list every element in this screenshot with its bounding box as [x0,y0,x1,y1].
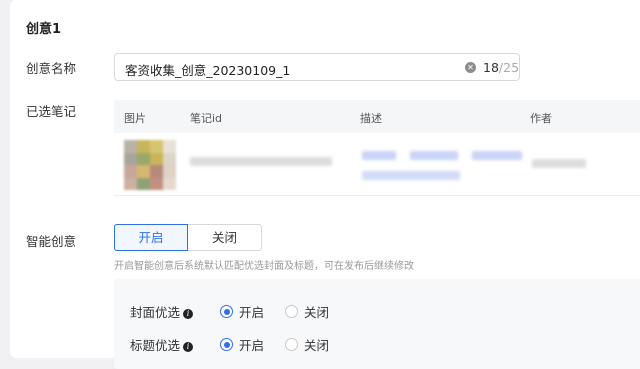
selected-notes-label: 已选笔记 [26,104,77,119]
radio-checked-icon [220,338,233,351]
title-optimization-label: 标题优选 i [130,335,194,354]
column-header-image: 图片 [124,112,146,125]
cover-optimization-on-radio[interactable]: 开启 [220,302,264,321]
smart-creative-off-button[interactable]: 关闭 [188,224,262,251]
column-header-note-id: 笔记id [190,112,223,125]
table-header: 图片 笔记id 描述 作者 [114,100,640,133]
description-value [362,151,396,160]
creative-name-label: 创意名称 [26,61,77,76]
smart-creative-hint: 开启智能创意后系统默认匹配优选封面及标题，可在发布后继续修改 [114,261,414,272]
info-icon[interactable]: i [183,309,194,319]
info-icon[interactable]: i [183,342,194,352]
smart-creative-label: 智能创意 [26,234,77,249]
author-value [532,159,586,168]
table-row[interactable] [114,133,640,196]
note-id-value [190,157,332,166]
creative-name-value[interactable]: 客资收集_创意_20230109_1 [125,60,290,79]
creative-card: 创意1 创意名称 客资收集_创意_20230109_1 ✕ 18/25 已选笔记… [10,0,640,369]
radio-checked-icon [220,305,233,318]
smart-options-panel: 封面优选 i 开启 关闭 标题优选 i 开启 关闭 [114,279,640,369]
radio-unchecked-icon [285,305,298,318]
cover-optimization-label: 封面优选 i [130,302,194,321]
char-counter: 18/25 [483,60,520,75]
notes-table: 图片 笔记id 描述 作者 [114,100,640,196]
creative-name-input[interactable]: 客资收集_创意_20230109_1 ✕ 18/25 [114,53,520,81]
column-header-description: 描述 [360,112,382,125]
radio-unchecked-icon [285,338,298,351]
title-optimization-on-radio[interactable]: 开启 [220,335,264,354]
cover-optimization-off-radio[interactable]: 关闭 [285,302,329,321]
title-optimization-off-radio[interactable]: 关闭 [285,335,329,354]
column-header-author: 作者 [530,112,552,125]
note-thumbnail [124,140,176,190]
creative-title: 创意1 [26,22,62,37]
smart-creative-on-button[interactable]: 开启 [114,224,188,251]
close-circle-icon[interactable]: ✕ [465,62,476,73]
smart-creative-toggle: 开启 关闭 [114,224,262,251]
